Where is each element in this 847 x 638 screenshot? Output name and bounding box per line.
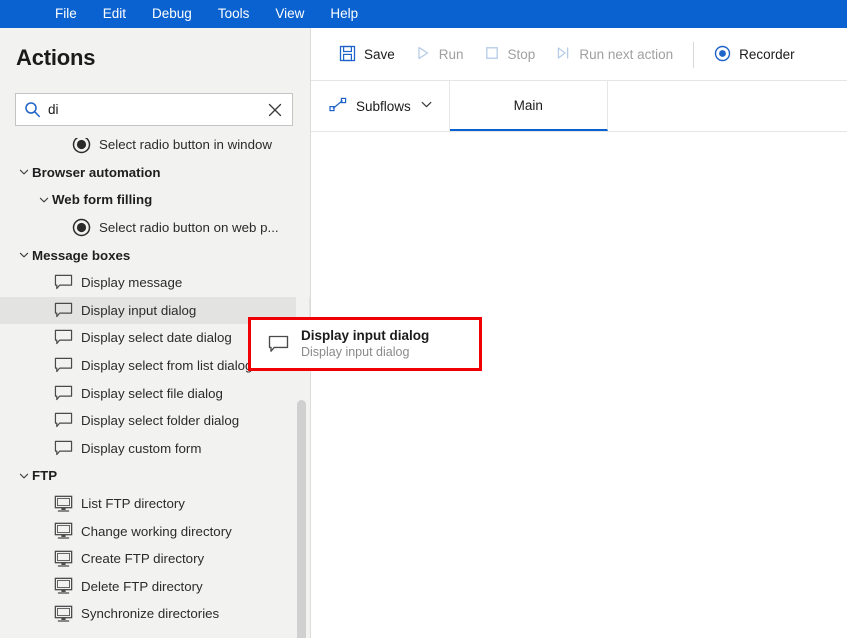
message-bubble-icon: [52, 357, 74, 375]
tree-action-row[interactable]: Display message: [0, 269, 310, 297]
message-bubble-icon: [52, 301, 74, 319]
tree-row-label: Display select file dialog: [81, 385, 223, 401]
tree-row-label: Display select from list dialog: [81, 358, 253, 374]
message-bubble-icon: [52, 384, 74, 402]
tree-action-row[interactable]: Display select folder dialog: [0, 407, 310, 435]
message-bubble-icon: [52, 439, 74, 457]
tree-action-row[interactable]: Display custom form: [0, 435, 310, 463]
tree-action-row[interactable]: Select radio button in window: [0, 138, 310, 159]
menu-item-tools[interactable]: Tools: [205, 2, 263, 26]
message-bubble-icon: [263, 335, 293, 354]
flow-canvas[interactable]: [311, 132, 847, 638]
save-button[interactable]: Save: [329, 38, 405, 72]
stop-label: Stop: [507, 47, 536, 62]
chevron-down-icon[interactable]: [16, 164, 32, 180]
tree-row-label: Select radio button on web p...: [99, 220, 279, 236]
recorder-label: Recorder: [739, 47, 795, 62]
tree-row-label: Synchronize directories: [81, 606, 220, 622]
monitor-icon: [52, 522, 74, 540]
subflows-label: Subflows: [356, 98, 411, 114]
menu-item-view[interactable]: View: [262, 2, 317, 26]
run-next-action-button[interactable]: Run next action: [545, 38, 683, 72]
page-title: Actions: [16, 45, 96, 70]
run-button[interactable]: Run: [405, 38, 474, 72]
tree-action-row[interactable]: Display select file dialog: [0, 379, 310, 407]
radio-button-icon: [70, 138, 92, 154]
subflows-bar: Subflows Main: [311, 81, 847, 132]
tree-row-label: List FTP directory: [81, 496, 185, 512]
sidebar-scrollbar-track[interactable]: [296, 138, 309, 638]
step-over-icon: [555, 45, 571, 64]
run-label: Run: [438, 47, 464, 62]
tree-row-label: Create FTP directory: [81, 551, 205, 567]
tree-group-row[interactable]: Web form filling: [0, 186, 310, 214]
drag-preview-text: Display input dialog Display input dialo…: [301, 328, 429, 360]
tree-action-row[interactable]: Synchronize directories: [0, 600, 310, 628]
save-icon: [339, 45, 356, 65]
toolbar-divider: [693, 41, 695, 68]
chevron-down-icon[interactable]: [16, 247, 32, 263]
tree-row-label: Web form filling: [52, 192, 153, 208]
monitor-icon: [52, 495, 74, 513]
tree-row-label: Display custom form: [81, 440, 202, 456]
tree-row-label: Delete FTP directory: [81, 578, 203, 594]
actions-tree[interactable]: Select radio button in window Browser aut…: [0, 138, 310, 638]
subflow-nodes-icon: [329, 97, 347, 115]
tree-action-row[interactable]: Delete FTP directory: [0, 573, 310, 601]
chevron-down-icon: [420, 98, 433, 114]
tree-action-row[interactable]: Create FTP directory: [0, 545, 310, 573]
monitor-icon: [52, 577, 74, 595]
menu-item-debug[interactable]: Debug: [139, 2, 205, 26]
menu-item-edit[interactable]: Edit: [90, 2, 139, 26]
tree-group-row[interactable]: Message boxes: [0, 241, 310, 269]
tree-row-label: Browser automation: [32, 164, 161, 180]
drag-preview-title: Display input dialog: [301, 328, 430, 343]
search-input[interactable]: [48, 102, 258, 117]
stop-button[interactable]: Stop: [474, 38, 546, 72]
search-box[interactable]: [15, 93, 293, 126]
tree-row-label: Display select date dialog: [81, 330, 232, 346]
play-icon: [415, 45, 431, 64]
power-automate-designer-window: File Edit Debug Tools View Help Actions: [0, 0, 847, 638]
tree-row-label: Display message: [81, 275, 183, 291]
monitor-icon: [52, 550, 74, 568]
chevron-down-icon[interactable]: [36, 192, 52, 208]
tab-main[interactable]: Main: [449, 81, 608, 131]
tree-row-label: Change working directory: [81, 523, 232, 539]
message-bubble-icon: [52, 274, 74, 292]
tree-row-label: FTP: [32, 468, 58, 484]
tab-main-label: Main: [513, 97, 543, 113]
tree-action-row[interactable]: List FTP directory: [0, 490, 310, 518]
search-icon: [16, 101, 48, 118]
menu-item-help[interactable]: Help: [317, 2, 371, 26]
tree-row-label: Display input dialog: [81, 302, 197, 318]
save-label: Save: [364, 47, 395, 62]
drag-preview-display-input-dialog[interactable]: Display input dialog Display input dialo…: [248, 317, 482, 371]
tree-row-label: Message boxes: [32, 247, 131, 263]
radio-button-icon: [70, 218, 92, 237]
menu-bar: File Edit Debug Tools View Help: [0, 0, 847, 28]
tree-group-row[interactable]: FTP: [0, 462, 310, 490]
message-bubble-icon: [52, 412, 74, 430]
close-icon[interactable]: [258, 103, 292, 117]
menu-item-file[interactable]: File: [42, 2, 90, 26]
monitor-icon: [52, 605, 74, 623]
main-toolbar: Save Run Stop Run next action Recorder: [311, 29, 847, 81]
tree-row-label: Display select folder dialog: [81, 413, 240, 429]
subflows-button[interactable]: Subflows: [311, 81, 450, 131]
tree-group-row[interactable]: Browser automation: [0, 159, 310, 187]
drag-preview-subtitle: Display input dialog: [301, 345, 410, 359]
sidebar-scrollbar-thumb[interactable]: [297, 400, 306, 638]
message-bubble-icon: [52, 329, 74, 347]
stop-icon: [484, 45, 500, 64]
chevron-down-icon[interactable]: [16, 468, 32, 484]
run-next-action-label: Run next action: [579, 47, 674, 62]
tree-row-label: Select radio button in window: [99, 138, 272, 153]
tree-action-row[interactable]: Change working directory: [0, 517, 310, 545]
recorder-button[interactable]: Recorder: [704, 38, 805, 72]
tree-action-row[interactable]: Select radio button on web p...: [0, 214, 310, 242]
record-icon: [714, 45, 731, 65]
